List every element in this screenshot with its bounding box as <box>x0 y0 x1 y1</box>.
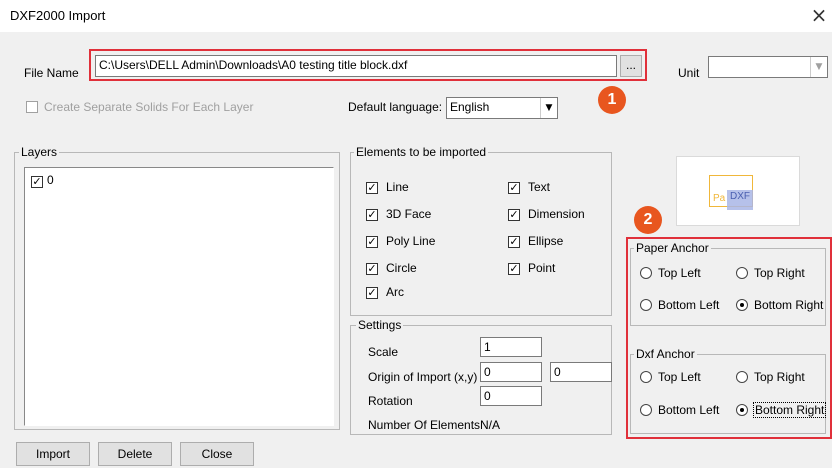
ellipse-label: Ellipse <box>528 234 564 248</box>
checkbox-checked: ✓ <box>366 235 378 248</box>
title-bar <box>0 0 832 32</box>
point-checkbox[interactable]: ✓ <box>508 261 520 275</box>
circle-checkbox[interactable]: ✓ <box>366 261 378 275</box>
layer-name: 0 <box>47 173 54 187</box>
settings-group-title: Settings <box>356 318 404 332</box>
chevron-down-icon: ▼ <box>810 57 827 77</box>
scale-label: Scale <box>368 345 399 359</box>
paper-top-left-label: Top Left <box>658 266 701 280</box>
paper-bottom-right-radio[interactable] <box>736 299 748 311</box>
dxf-bottom-left-label: Bottom Left <box>658 403 720 417</box>
arc-checkbox[interactable]: ✓ <box>366 285 378 299</box>
separate-solids-checkbox[interactable] <box>26 101 38 116</box>
file-name-label: File Name <box>24 66 79 80</box>
dxf-bottom-right-radio[interactable] <box>736 404 748 416</box>
checkbox-checked: ✓ <box>508 262 520 275</box>
close-button[interactable]: Close <box>180 442 254 466</box>
3d-face-label: 3D Face <box>386 207 432 221</box>
paper-top-left-radio[interactable] <box>640 267 652 279</box>
checkbox-checked: ✓ <box>366 208 378 221</box>
rotation-input[interactable]: 0 <box>480 386 542 406</box>
checkbox-checked: ✓ <box>508 235 520 248</box>
delete-button[interactable]: Delete <box>98 442 172 466</box>
dxf-bottom-left-radio[interactable] <box>640 404 652 416</box>
default-language-select[interactable]: English ▼ <box>446 97 558 119</box>
scale-input[interactable]: 1 <box>480 337 542 357</box>
checkbox-checked: ✓ <box>366 181 378 194</box>
browse-button[interactable]: ... <box>620 55 642 77</box>
annotation-badge-1: 1 <box>598 86 626 114</box>
dimension-label: Dimension <box>528 207 585 221</box>
paper-anchor-group <box>630 248 826 326</box>
window-title: DXF2000 Import <box>10 8 106 23</box>
default-language-label: Default language: <box>348 100 443 114</box>
origin-y-input[interactable]: 0 <box>550 362 612 382</box>
dimension-checkbox[interactable]: ✓ <box>508 207 520 221</box>
ellipse-checkbox[interactable]: ✓ <box>508 234 520 248</box>
circle-label: Circle <box>386 261 417 275</box>
number-of-elements-value: N/A <box>480 418 501 432</box>
elements-group-title: Elements to be imported <box>354 145 489 159</box>
paper-bottom-right-label: Bottom Right <box>754 298 824 312</box>
layers-list[interactable]: ✓ 0 <box>24 167 334 426</box>
point-label: Point <box>528 261 556 275</box>
origin-x-input[interactable]: 0 <box>480 362 542 382</box>
preview-dxf-text: DXF <box>730 191 750 202</box>
dxf-anchor-title: Dxf Anchor <box>634 347 697 361</box>
preview-pa-text: Pa <box>713 193 726 204</box>
3d-face-checkbox[interactable]: ✓ <box>366 207 378 221</box>
paper-anchor-title: Paper Anchor <box>634 241 711 255</box>
dxf-top-right-label: Top Right <box>754 370 805 384</box>
origin-label: Origin of Import (x,y) <box>368 370 478 384</box>
annotation-badge-2: 2 <box>634 206 662 234</box>
anchor-preview: Pa DXF <box>676 156 800 226</box>
dxf-top-left-radio[interactable] <box>640 371 652 383</box>
layers-group-title: Layers <box>19 145 60 159</box>
checkbox-checked: ✓ <box>508 181 520 194</box>
checkbox-checked: ✓ <box>366 286 378 299</box>
paper-bottom-left-radio[interactable] <box>640 299 652 311</box>
dxf-top-left-label: Top Left <box>658 370 701 384</box>
separate-solids-label: Create Separate Solids For Each Layer <box>44 100 254 114</box>
text-checkbox[interactable]: ✓ <box>508 180 520 194</box>
unit-label: Unit <box>678 66 700 80</box>
layer-item[interactable]: ✓ <box>31 174 43 188</box>
checkbox-checked: ✓ <box>366 262 378 275</box>
dxf-anchor-group <box>630 354 826 434</box>
import-button[interactable]: Import <box>16 442 90 466</box>
chevron-down-icon: ▼ <box>540 98 557 118</box>
arc-label: Arc <box>386 285 404 299</box>
file-name-input[interactable]: C:\Users\DELL Admin\Downloads\A0 testing… <box>95 55 617 77</box>
dxf-bottom-right-label: Bottom Right <box>753 402 827 418</box>
line-checkbox[interactable]: ✓ <box>366 180 378 194</box>
checkbox-checked: ✓ <box>508 208 520 221</box>
paper-bottom-left-label: Bottom Left <box>658 298 720 312</box>
text-label: Text <box>528 180 551 194</box>
poly-line-label: Poly Line <box>386 234 436 248</box>
poly-line-checkbox[interactable]: ✓ <box>366 234 378 248</box>
checkbox-box <box>26 101 38 113</box>
paper-top-right-label: Top Right <box>754 266 805 280</box>
number-of-elements-label: Number Of Elements <box>368 418 481 432</box>
close-icon[interactable]: × <box>808 3 830 29</box>
paper-top-right-radio[interactable] <box>736 267 748 279</box>
line-label: Line <box>386 180 409 194</box>
checkbox-checked: ✓ <box>31 175 43 188</box>
dxf-top-right-radio[interactable] <box>736 371 748 383</box>
unit-select[interactable]: ▼ <box>708 56 828 78</box>
default-language-value: English <box>450 100 490 114</box>
rotation-label: Rotation <box>368 394 413 408</box>
